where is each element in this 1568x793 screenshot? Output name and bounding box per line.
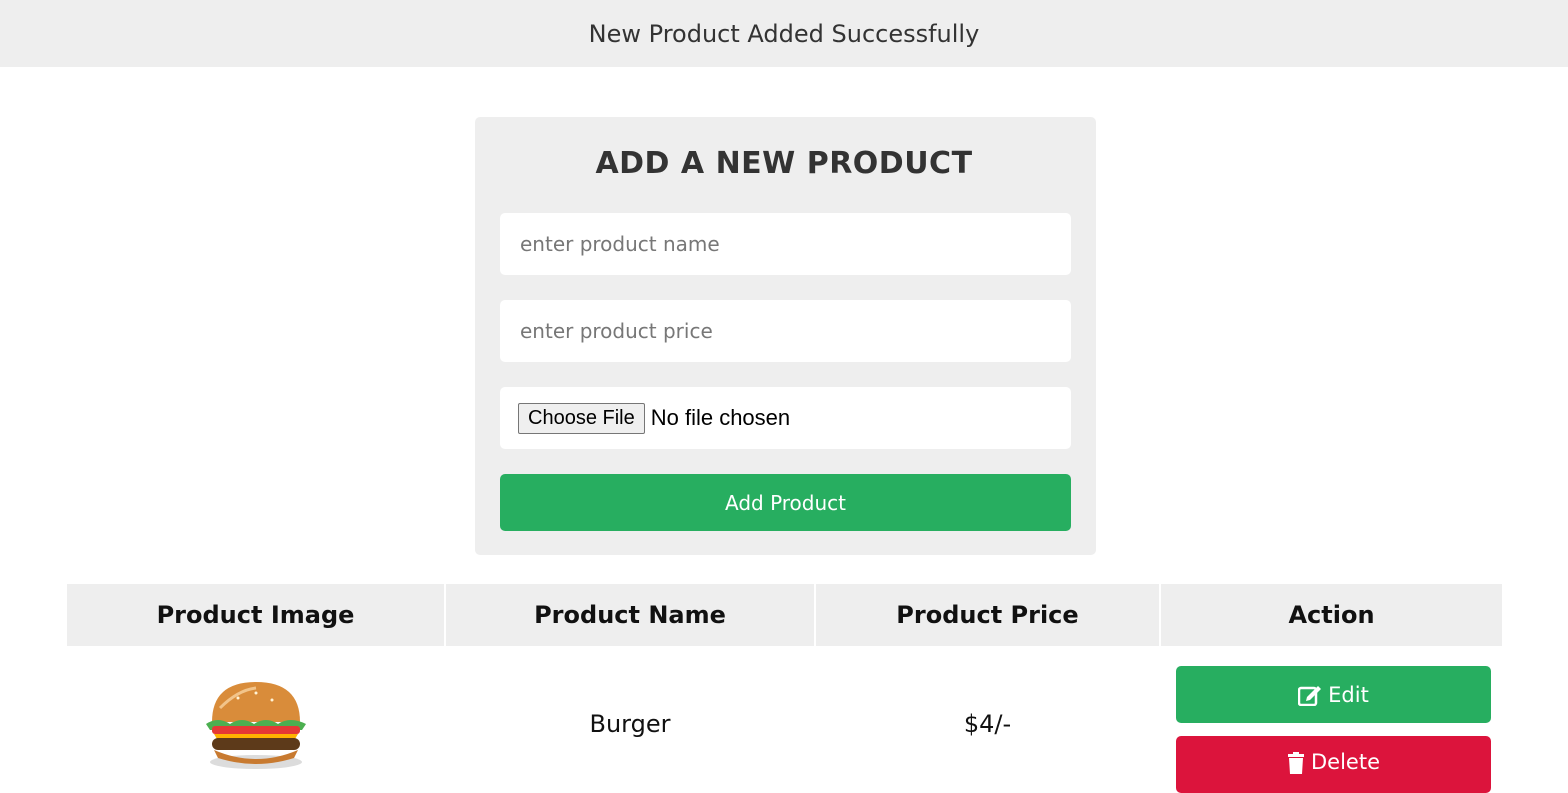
trash-icon (1288, 752, 1304, 774)
products-table: Product Image Product Name Product Price… (67, 584, 1504, 769)
form-title: ADD A NEW PRODUCT (595, 146, 973, 181)
add-product-button[interactable]: Add Product (500, 474, 1071, 531)
product-name-cell: Burger (589, 710, 671, 738)
table-header: Product Image Product Name Product Price… (67, 584, 1504, 646)
burger-image (205, 682, 306, 769)
choose-file-button[interactable]: Choose File (518, 402, 645, 434)
product-price-field[interactable] (500, 300, 1071, 362)
file-status: No file chosen (650, 405, 791, 430)
header-product-name: Product Name (446, 584, 814, 646)
success-message: New Product Added Successfully (0, 0, 1568, 67)
product-name-field[interactable] (500, 213, 1071, 275)
product-name-input[interactable] (518, 231, 1053, 257)
product-image-cell (67, 664, 444, 784)
delete-label: Delete (1311, 750, 1380, 774)
product-price-input[interactable] (518, 318, 1053, 344)
edit-icon (1298, 685, 1322, 706)
delete-button[interactable]: Delete (1176, 736, 1491, 793)
edit-button[interactable]: Edit (1176, 666, 1491, 723)
header-action: Action (1161, 584, 1502, 646)
header-product-price: Product Price (816, 584, 1159, 646)
edit-label: Edit (1328, 682, 1369, 707)
header-product-image: Product Image (67, 584, 444, 646)
product-image-field: Choose File No file chosen (500, 387, 1071, 449)
product-price-cell: $4/- (963, 710, 1012, 738)
